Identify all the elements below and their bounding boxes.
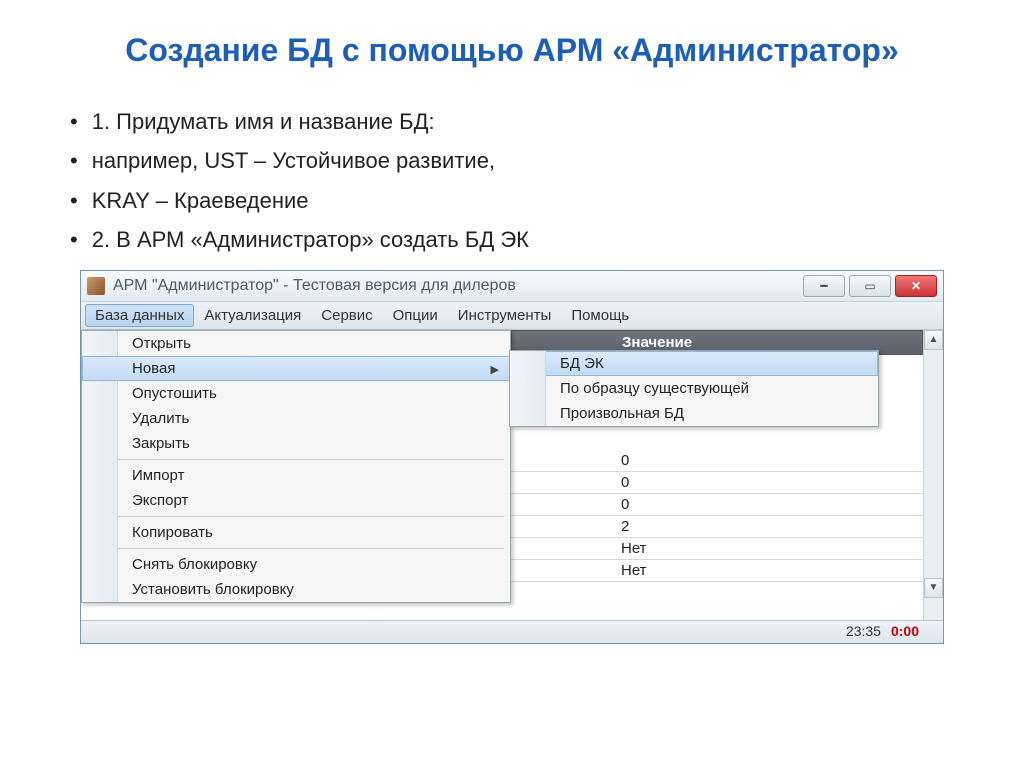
menu-separator	[88, 459, 504, 460]
grid-row: 0	[511, 494, 923, 516]
submenu-by-template[interactable]: По образцу существующей	[510, 376, 878, 401]
menu-new-label: Новая	[132, 360, 175, 377]
menu-tools[interactable]: Инструменты	[448, 304, 562, 327]
menu-separator	[88, 548, 504, 549]
status-extra: 0:00	[891, 623, 919, 639]
menu-database[interactable]: База данных	[85, 304, 194, 327]
submenu-arrow-icon: ▶	[491, 363, 499, 376]
menu-copy[interactable]: Копировать	[82, 520, 510, 545]
submenu-custom-db[interactable]: Произвольная БД	[510, 401, 878, 426]
value-grid: 0 0 0 2 Нет Нет	[511, 450, 923, 582]
app-window: АРМ "Администратор" - Тестовая версия дл…	[80, 270, 944, 644]
grid-row: Нет	[511, 538, 923, 560]
grid-row: 0	[511, 472, 923, 494]
menu-service[interactable]: Сервис	[311, 304, 382, 327]
menu-export[interactable]: Экспорт	[82, 488, 510, 513]
menu-new[interactable]: Новая ▶	[82, 356, 510, 381]
bullet-item: 1. Придумать имя и название БД:	[70, 102, 974, 142]
grid-row: 0	[511, 450, 923, 472]
bullet-item: KRAY – Краеведение	[70, 181, 974, 221]
submenu-icon-strip	[510, 351, 546, 426]
window-title: АРМ "Администратор" - Тестовая версия дл…	[113, 277, 803, 295]
slide-title: Создание БД с помощью АРМ «Администратор…	[50, 30, 974, 72]
scroll-up-icon[interactable]: ▲	[924, 330, 943, 350]
menu-open[interactable]: Открыть	[82, 331, 510, 356]
grid-row: Нет	[511, 560, 923, 582]
close-button[interactable]: ✕	[895, 275, 937, 297]
titlebar[interactable]: АРМ "Администратор" - Тестовая версия дл…	[81, 271, 943, 302]
vertical-scrollbar[interactable]: ▲ ▼	[923, 330, 943, 620]
menubar: База данных Актуализация Сервис Опции Ин…	[81, 302, 943, 330]
menu-delete[interactable]: Удалить	[82, 406, 510, 431]
status-time: 23:35	[846, 623, 881, 639]
menu-separator	[88, 516, 504, 517]
content-area: Значение Открыть Новая ▶ Опустошить Удал…	[81, 330, 943, 620]
menu-unlock[interactable]: Снять блокировку	[82, 552, 510, 577]
menu-import[interactable]: Импорт	[82, 463, 510, 488]
menu-close[interactable]: Закрыть	[82, 431, 510, 456]
statusbar: 23:35 0:00	[81, 620, 943, 643]
menu-empty[interactable]: Опустошить	[82, 381, 510, 406]
scroll-down-icon[interactable]: ▼	[924, 578, 943, 598]
menu-actualization[interactable]: Актуализация	[194, 304, 311, 327]
bullet-list: 1. Придумать имя и название БД: например…	[70, 102, 974, 260]
minimize-button[interactable]: ━	[803, 275, 845, 297]
menu-lock[interactable]: Установить блокировку	[82, 577, 510, 602]
maximize-button[interactable]: ▭	[849, 275, 891, 297]
app-icon	[87, 277, 105, 295]
bullet-item: например, UST – Устойчивое развитие,	[70, 141, 974, 181]
database-dropdown: Открыть Новая ▶ Опустошить Удалить Закры…	[81, 330, 511, 603]
bullet-item: 2. В АРМ «Администратор» создать БД ЭК	[70, 220, 974, 260]
new-submenu: БД ЭК По образцу существующей Произвольн…	[509, 350, 879, 427]
menu-help[interactable]: Помощь	[561, 304, 639, 327]
grid-row: 2	[511, 516, 923, 538]
menu-options[interactable]: Опции	[383, 304, 448, 327]
submenu-db-ek[interactable]: БД ЭК	[510, 351, 878, 376]
